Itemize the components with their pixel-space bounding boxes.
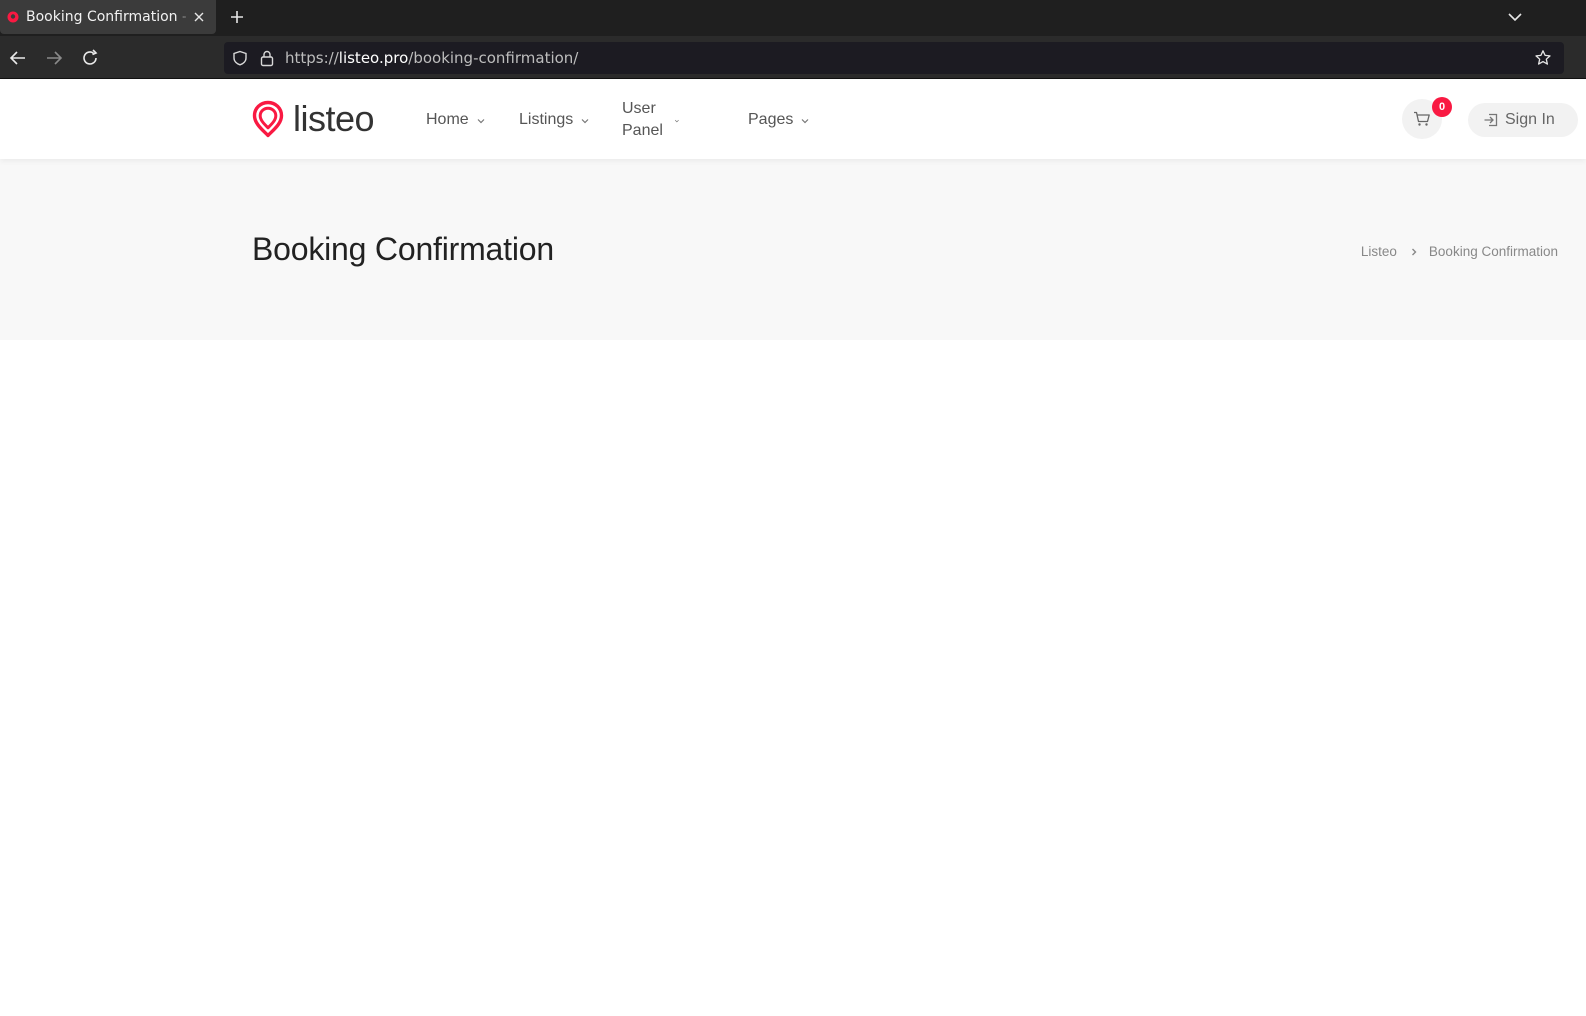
url-host: listeo.pro <box>338 49 409 67</box>
plus-icon[interactable] <box>228 8 246 26</box>
chevron-down-icon <box>581 119 589 124</box>
star-icon[interactable] <box>1534 49 1552 67</box>
page-title: Booking Confirmation <box>252 231 554 267</box>
shield-icon[interactable] <box>232 50 248 66</box>
logo-text: listeo <box>293 98 375 139</box>
browser-tab-active[interactable]: Booking Confirmation – Listeo <box>0 0 216 34</box>
cart-button[interactable]: 0 <box>1402 97 1452 139</box>
reload-icon[interactable] <box>80 48 100 68</box>
nav-item-home[interactable]: Home <box>426 109 486 131</box>
tab-title: Booking Confirmation – Listeo <box>26 9 186 25</box>
sign-in-label: Sign In <box>1505 111 1555 128</box>
chevron-down-icon <box>801 119 809 124</box>
listeo-pin-icon <box>252 100 284 138</box>
url-text[interactable]: https://listeo.pro/booking-confirmation/ <box>285 49 578 67</box>
cart-count-badge: 0 <box>1432 97 1452 117</box>
sign-in-button[interactable]: Sign In <box>1468 103 1578 137</box>
arrow-left-icon[interactable] <box>8 48 28 68</box>
cart-icon <box>1414 111 1430 126</box>
url-scheme: https:// <box>285 49 339 67</box>
sign-in-icon <box>1484 113 1498 127</box>
nav-item-label: Home <box>426 111 469 128</box>
nav-item-label: Listings <box>519 111 574 128</box>
nav-item-pages[interactable]: Pages <box>748 109 810 131</box>
listeo-pin-icon <box>7 11 19 23</box>
page-content <box>0 340 1586 1016</box>
breadcrumb-home-link[interactable]: Listeo <box>1361 243 1397 261</box>
chevron-right-icon <box>1411 248 1417 256</box>
browser-toolbar: https://listeo.pro/booking-confirmation/ <box>0 36 1586 79</box>
browser-tab-strip: Booking Confirmation – Listeo <box>0 0 1586 36</box>
site-header: listeo Home Listings User Panel Pages 0 <box>0 80 1586 159</box>
lock-icon[interactable] <box>259 49 275 67</box>
nav-item-label: Pages <box>748 111 794 128</box>
url-path: /booking-confirmation/ <box>408 49 579 67</box>
nav-item-user-panel[interactable]: User Panel <box>622 100 680 139</box>
nav-item-listings[interactable]: Listings <box>519 109 590 131</box>
url-bar[interactable]: https://listeo.pro/booking-confirmation/ <box>224 42 1564 74</box>
page-titlebar: Booking Confirmation Listeo Booking Conf… <box>0 159 1586 340</box>
arrow-right-icon[interactable] <box>44 48 64 68</box>
chevron-down-icon <box>477 119 485 124</box>
breadcrumb: Listeo Booking Confirmation <box>1361 243 1558 261</box>
chevron-down-icon <box>675 119 680 123</box>
breadcrumb-current: Booking Confirmation <box>1428 244 1558 259</box>
close-icon[interactable] <box>192 10 206 24</box>
chevron-down-icon[interactable] <box>1506 8 1524 26</box>
nav-item-label: User Panel <box>622 100 663 139</box>
